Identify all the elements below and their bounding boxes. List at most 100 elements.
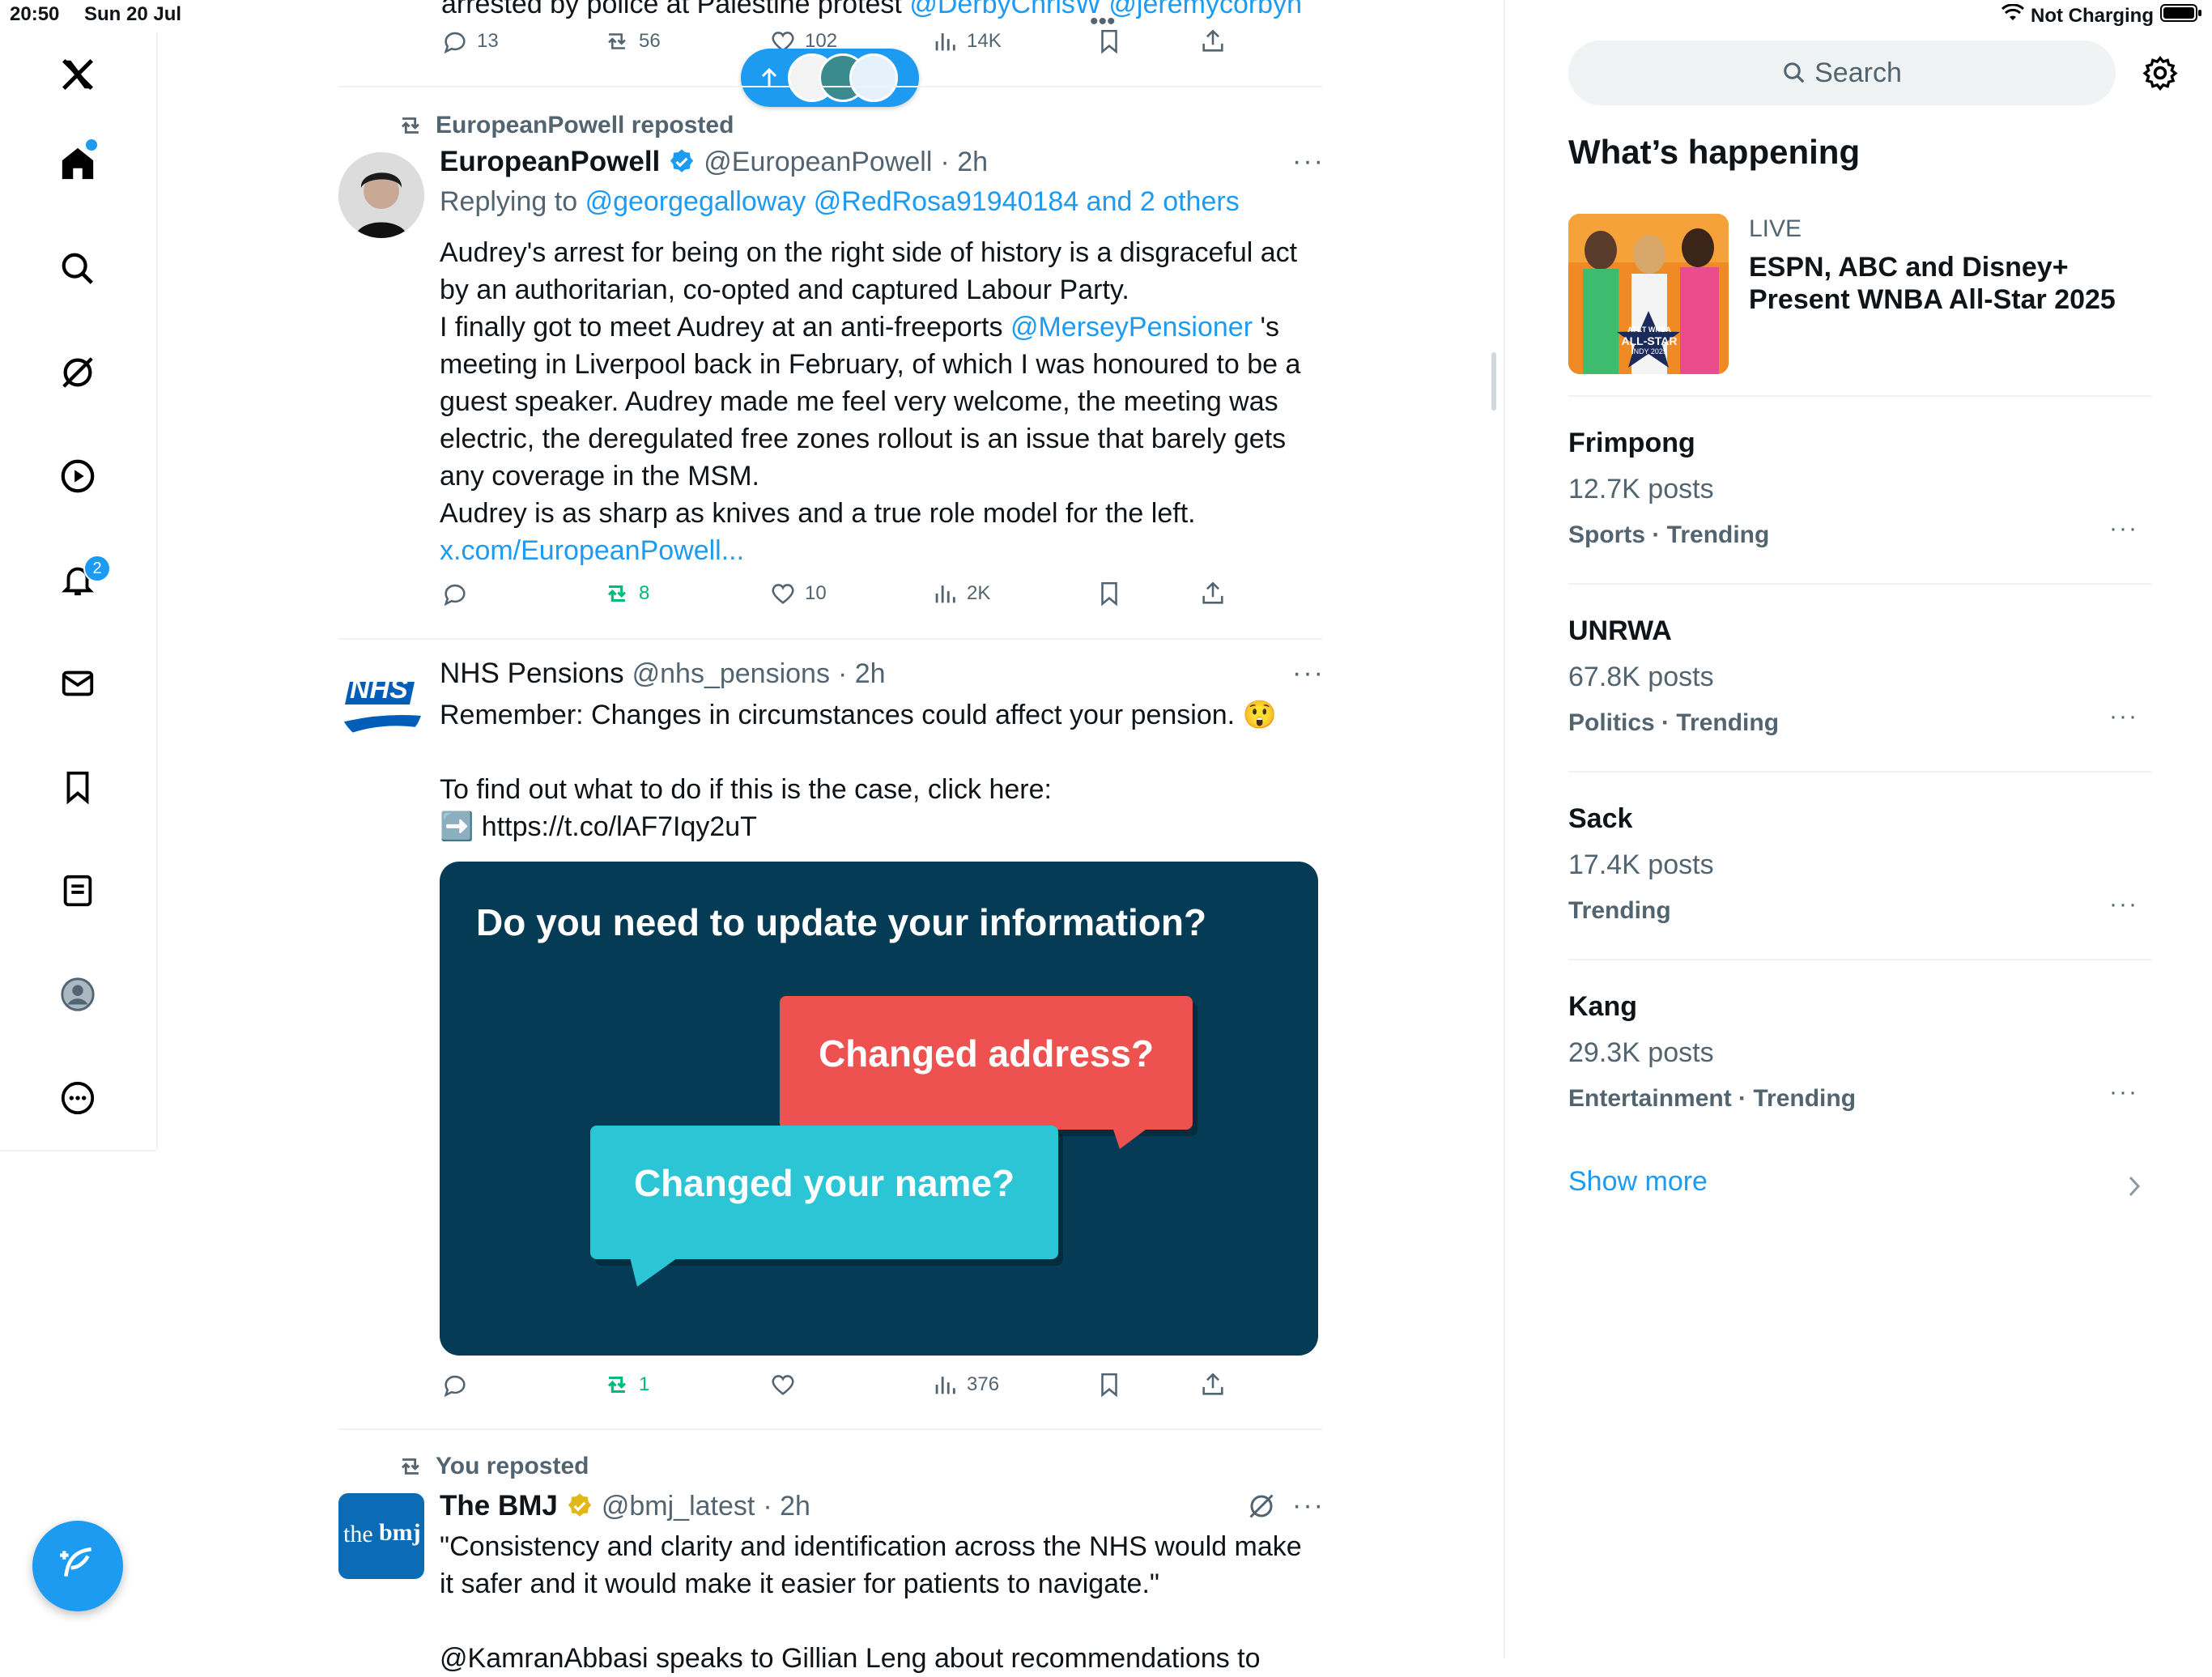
tweet3-name[interactable]: The BMJ xyxy=(440,1490,558,1522)
repost-icon xyxy=(608,33,626,49)
reply-button[interactable] xyxy=(441,580,469,607)
video-icon[interactable] xyxy=(53,452,102,500)
like-button[interactable] xyxy=(769,1371,797,1398)
compose-feather-icon xyxy=(57,1544,98,1589)
trend-item[interactable]: Frimpong 12.7K posts Sports · Trending ·… xyxy=(1568,428,2151,573)
replying-to-links[interactable]: @georgegalloway @RedRosa91940184 and 2 o… xyxy=(585,186,1240,217)
tweet1-replying: Replying to @georgegalloway @RedRosa9194… xyxy=(440,186,1240,217)
avatar-photo-icon xyxy=(338,152,424,238)
share-icon xyxy=(1202,581,1223,604)
tweet3-more-button[interactable]: ··· xyxy=(1292,1490,1325,1522)
tweet-separator xyxy=(338,638,1322,640)
trend-more-button[interactable]: ··· xyxy=(2109,1079,2138,1106)
tweet2-more-button[interactable]: ··· xyxy=(1292,658,1325,689)
bookmark-button[interactable] xyxy=(1095,580,1123,607)
bubble-teal-text: Changed your name? xyxy=(633,1162,1015,1204)
bookmarks-icon[interactable] xyxy=(53,763,102,811)
repost-context: EuropeanPowell reposted xyxy=(397,112,734,139)
settings-gear-icon[interactable] xyxy=(2142,55,2178,95)
share-button[interactable] xyxy=(1199,1371,1227,1398)
tweet2-avatar[interactable]: NHS xyxy=(338,658,424,743)
x-logo-icon[interactable] xyxy=(53,50,102,99)
messages-icon[interactable] xyxy=(53,659,102,708)
trend-item[interactable]: Sack 17.4K posts Trending ··· xyxy=(1568,803,2151,949)
trend-separator xyxy=(1568,771,2151,773)
bookmark-icon xyxy=(1101,581,1117,607)
teal-bubble-tail xyxy=(629,1254,683,1287)
more-icon[interactable] xyxy=(53,1074,102,1122)
tweet1-more-button[interactable]: ··· xyxy=(1292,146,1325,177)
arrow-right-emoji-icon: ➡️ xyxy=(440,811,474,842)
live-event-thumbnail[interactable]: AT&T WNBA ALL-STAR INDY 2025 xyxy=(1568,214,1729,374)
search-placeholder: Search xyxy=(1814,57,1902,88)
views-icon xyxy=(935,1377,955,1394)
views-button[interactable]: 376 xyxy=(931,1371,999,1398)
trend-item[interactable]: Kang 29.3K posts Entertainment · Trendin… xyxy=(1568,991,2151,1137)
tweet1-avatar[interactable] xyxy=(338,152,424,238)
profile-icon[interactable] xyxy=(53,970,102,1019)
search-bar[interactable]: Search xyxy=(1568,40,2116,105)
tweet2-media-card[interactable]: Do you need to update your information? … xyxy=(440,862,1318,1356)
reply-icon xyxy=(444,32,466,54)
lists-icon[interactable] xyxy=(53,866,102,915)
reply-button[interactable]: 13 xyxy=(441,28,499,55)
repost-small-icon xyxy=(402,1458,419,1475)
trend-separator xyxy=(1568,395,2151,397)
repost-button[interactable]: 1 xyxy=(603,1371,649,1398)
share-icon xyxy=(1202,29,1223,52)
share-button[interactable] xyxy=(1199,580,1227,607)
scrollbar[interactable] xyxy=(1491,352,1496,411)
repost-small-icon xyxy=(402,117,419,134)
tweet2-name[interactable]: NHS Pensions xyxy=(440,658,624,690)
charging-status: Not Charging xyxy=(2031,4,2154,27)
like-button[interactable]: 10 xyxy=(769,580,827,607)
tweet-separator xyxy=(338,1428,1322,1430)
trend-more-button[interactable]: ··· xyxy=(2109,703,2138,730)
search-icon xyxy=(1784,62,1805,83)
bubble-red-text: Changed address? xyxy=(818,1032,1155,1075)
tweet1-link[interactable]: x.com/EuropeanPowell... xyxy=(440,532,1330,569)
tweet1-header: EuropeanPowell @EuropeanPowell · 2h xyxy=(440,146,988,178)
tweet2-header: NHS Pensions @nhs_pensions · 2h xyxy=(440,658,886,690)
live-title[interactable]: ESPN, ABC and Disney+ Present WNBA All-S… xyxy=(1749,251,2116,316)
new-posts-pill[interactable] xyxy=(741,49,919,107)
share-button[interactable] xyxy=(1199,28,1227,55)
left-navigation xyxy=(0,32,158,1150)
tweet1-name[interactable]: EuropeanPowell xyxy=(440,146,660,178)
pill-avatar-3 xyxy=(849,53,898,102)
trend-item[interactable]: UNRWA 67.8K posts Politics · Trending ··… xyxy=(1568,615,2151,761)
trend-more-button[interactable]: ··· xyxy=(2109,891,2138,918)
home-unread-dot xyxy=(86,139,97,151)
bookmark-button[interactable] xyxy=(1095,1371,1123,1398)
reply-icon xyxy=(444,1375,466,1398)
compose-button[interactable] xyxy=(32,1521,123,1611)
tweet1-body: Audrey's arrest for being on the right s… xyxy=(440,234,1330,569)
tweet3-avatar[interactable]: the bmj xyxy=(338,1493,424,1579)
search-icon[interactable] xyxy=(53,245,102,293)
views-button[interactable]: 14K xyxy=(931,28,1002,55)
tweet1-handle[interactable]: @EuropeanPowell xyxy=(704,147,932,178)
tweet2-actions: 1 376 xyxy=(441,1371,1324,1411)
grok-icon[interactable] xyxy=(53,348,102,397)
repost-button[interactable]: 56 xyxy=(603,28,661,55)
chevron-right-icon xyxy=(2129,1176,2141,1197)
repost-button[interactable]: 8 xyxy=(603,580,649,607)
drag-handle-dots[interactable]: ••• xyxy=(1090,8,1116,36)
heart-icon xyxy=(772,1375,794,1395)
reply-button[interactable] xyxy=(441,1371,469,1398)
red-bubble-tail xyxy=(1112,1125,1152,1149)
views-button[interactable]: 2K xyxy=(931,580,990,607)
reply-icon xyxy=(444,584,466,607)
views-icon xyxy=(935,585,955,603)
tweet2-link[interactable]: https://t.co/lAF7Iqy2uT xyxy=(482,811,757,842)
grok-small-icon[interactable] xyxy=(1247,1492,1276,1525)
mention-link[interactable]: @MerseyPensioner xyxy=(1010,312,1253,343)
tweet2-body: Remember: Changes in circumstances could… xyxy=(440,700,1277,842)
tweet2-handle[interactable]: @nhs_pensions xyxy=(632,658,830,690)
repost-icon xyxy=(607,585,627,602)
trend-more-button[interactable]: ··· xyxy=(2109,515,2138,543)
tweet-separator xyxy=(338,86,1322,87)
show-more-link[interactable]: Show more xyxy=(1568,1166,2151,1207)
live-label: LIVE xyxy=(1749,215,1802,242)
tweet3-handle[interactable]: @bmj_latest xyxy=(602,1491,755,1522)
